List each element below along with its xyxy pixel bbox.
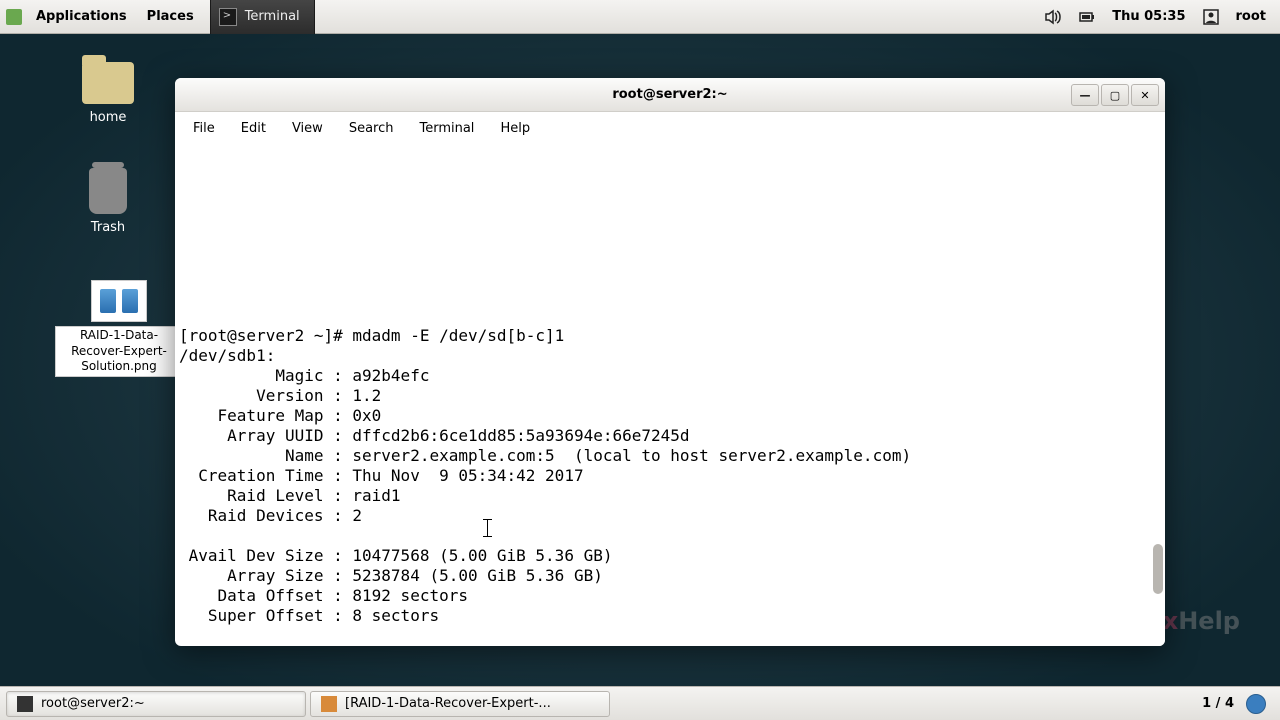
- home-folder[interactable]: home: [48, 62, 168, 125]
- menu-view[interactable]: View: [280, 117, 335, 140]
- terminal-icon: [17, 696, 33, 712]
- places-menu[interactable]: Places: [137, 5, 204, 28]
- menu-help[interactable]: Help: [488, 117, 542, 140]
- battery-icon[interactable]: [1078, 8, 1096, 26]
- clock[interactable]: Thu 05:35: [1112, 9, 1185, 24]
- image-icon: [321, 696, 337, 712]
- out-feature-map: Feature Map : 0x0: [179, 406, 381, 425]
- out-data-offset: Data Offset : 8192 sectors: [179, 586, 468, 605]
- titlebar[interactable]: root@server2:~ — ▢ ✕: [175, 78, 1165, 112]
- scrollbar[interactable]: [1151, 144, 1165, 646]
- top-panel: Applications Places Terminal Thu 05:35 r…: [0, 0, 1280, 34]
- out-name: Name : server2.example.com:5 (local to h…: [179, 446, 911, 465]
- window-title: root@server2:~: [612, 87, 727, 102]
- out-version: Version : 1.2: [179, 386, 381, 405]
- terminal-window: root@server2:~ — ▢ ✕ File Edit View Sear…: [175, 78, 1165, 646]
- volume-icon[interactable]: [1044, 8, 1062, 26]
- out-array-size: Array Size : 5238784 (5.00 GiB 5.36 GB): [179, 566, 603, 585]
- task-label: [RAID-1-Data-Recover-Expert-...: [345, 696, 551, 711]
- out-creation-time: Creation Time : Thu Nov 9 05:34:42 2017: [179, 466, 584, 485]
- file-label: RAID-1-Data-Recover-Expert-Solution.png: [55, 326, 183, 377]
- out-raid-devices: Raid Devices : 2: [179, 506, 362, 525]
- scrollbar-thumb[interactable]: [1153, 544, 1163, 594]
- maximize-button[interactable]: ▢: [1101, 84, 1129, 106]
- folder-icon: [82, 62, 134, 104]
- username-label[interactable]: root: [1236, 9, 1267, 24]
- active-app-indicator[interactable]: Terminal: [210, 0, 315, 34]
- text-cursor: [487, 519, 488, 537]
- out-raid-level: Raid Level : raid1: [179, 486, 401, 505]
- minimize-button[interactable]: —: [1071, 84, 1099, 106]
- applications-menu[interactable]: Applications: [26, 5, 137, 28]
- out-magic: Magic : a92b4efc: [179, 366, 429, 385]
- system-tray: Thu 05:35 root: [1044, 8, 1274, 26]
- terminal-output[interactable]: [root@server2 ~]# mdadm -E /dev/sd[b-c]1…: [175, 144, 1165, 646]
- close-button[interactable]: ✕: [1131, 84, 1159, 106]
- prompt-line: [root@server2 ~]# mdadm -E /dev/sd[b-c]1: [179, 326, 564, 345]
- task-terminal[interactable]: root@server2:~: [6, 691, 306, 717]
- gnome-icon: [6, 9, 22, 25]
- home-label: home: [48, 110, 168, 125]
- workspace-switcher[interactable]: 1 / 4: [1202, 694, 1274, 714]
- menu-edit[interactable]: Edit: [229, 117, 278, 140]
- raid-png-file[interactable]: RAID-1-Data-Recover-Expert-Solution.png: [55, 280, 183, 377]
- trash[interactable]: Trash: [48, 168, 168, 235]
- device-line: /dev/sdb1:: [179, 346, 275, 365]
- image-thumbnail: [91, 280, 147, 322]
- menu-terminal[interactable]: Terminal: [407, 117, 486, 140]
- workspace-icon: [1246, 694, 1266, 714]
- trash-label: Trash: [48, 220, 168, 235]
- task-label: root@server2:~: [41, 696, 145, 711]
- page-label: 1 / 4: [1202, 696, 1234, 711]
- out-super-offset: Super Offset : 8 sectors: [179, 606, 439, 625]
- trash-icon: [89, 168, 127, 214]
- task-image-viewer[interactable]: [RAID-1-Data-Recover-Expert-...: [310, 691, 610, 717]
- out-avail-dev-size: Avail Dev Size : 10477568 (5.00 GiB 5.36…: [179, 546, 612, 565]
- menu-file[interactable]: File: [181, 117, 227, 140]
- menu-search[interactable]: Search: [337, 117, 406, 140]
- active-app-label: Terminal: [245, 9, 300, 24]
- user-menu-icon[interactable]: [1202, 8, 1220, 26]
- menubar: File Edit View Search Terminal Help: [175, 112, 1165, 144]
- out-array-uuid: Array UUID : dffcd2b6:6ce1dd85:5a93694e:…: [179, 426, 690, 445]
- taskbar: root@server2:~ [RAID-1-Data-Recover-Expe…: [0, 686, 1280, 720]
- terminal-icon: [219, 8, 237, 26]
